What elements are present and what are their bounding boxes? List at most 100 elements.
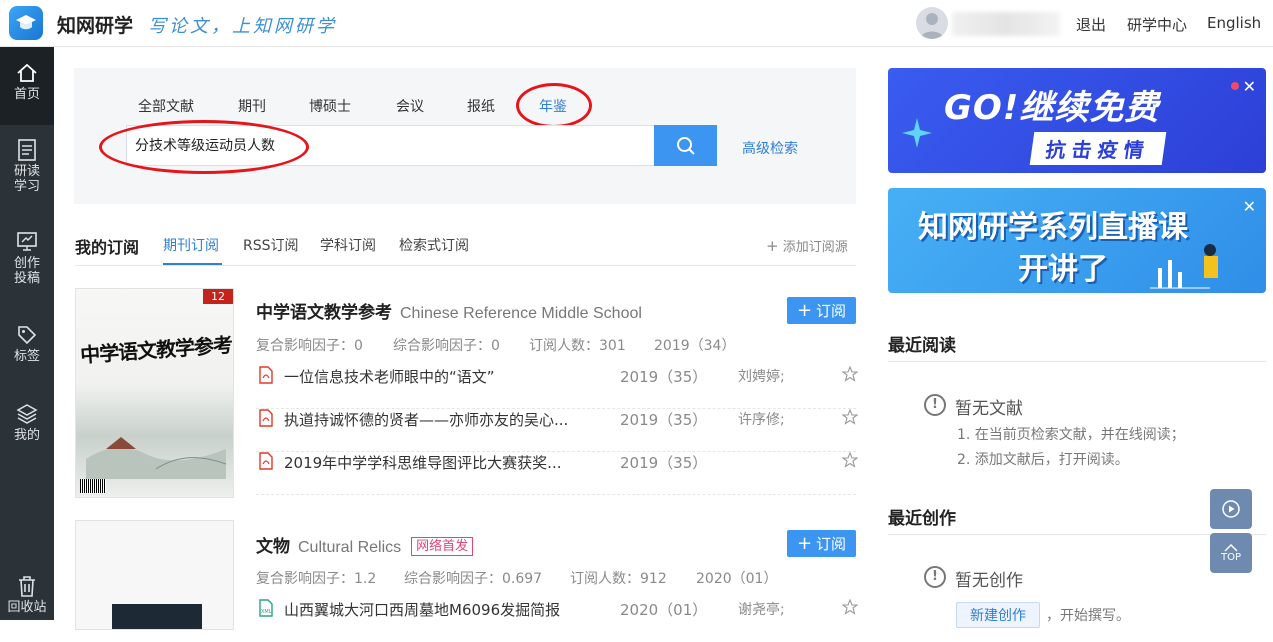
composite-impact-factor: 复合影响因子：0 [256,338,363,354]
tab-thesis[interactable]: 博硕士 [309,96,351,116]
subscriptions-title: 我的订阅 [75,238,140,257]
presenter-illustration [1150,244,1218,289]
pdf-icon [259,409,273,427]
article-title[interactable]: 山西翼城大河口西周墓地M6096发掘简报 [284,599,560,620]
sidebar-item-label: 研读 学习 [13,164,40,194]
empty-reading-text: 暂无文献 [955,399,1023,419]
journal-title[interactable]: 文物 Cultural Relics 网络首发 [256,532,474,557]
article-title[interactable]: 一位信息技术老师眼中的“语文” [284,366,495,387]
avatar[interactable] [916,7,948,39]
advanced-search-link[interactable]: 高级检索 [742,138,798,158]
logo-icon[interactable] [9,6,43,40]
subscribe-label: 订阅 [816,535,847,553]
sidebar-item-label: 我的 [13,428,40,443]
banner-subline: 开讲了 [1018,252,1108,287]
close-icon[interactable]: ✕ [1243,197,1256,216]
recent-creation-title: 最近创作 [888,509,956,529]
tab-query-subscription[interactable]: 检索式订阅 [399,235,469,255]
sidebar-item-create[interactable]: 创作 投稿 [0,231,54,286]
add-subscription-label: 添加订阅源 [782,240,848,255]
comprehensive-impact-factor: 综合影响因子：0 [393,338,500,354]
tab-journal-subscription[interactable]: 期刊订阅 [163,235,219,255]
cover-landscape [86,437,226,479]
sidebar-item-trash[interactable]: 回收站 [0,575,54,615]
journal-title-en: Cultural Relics [298,539,402,556]
journal-title-text: 中学语文教学参考 [256,303,392,323]
article-title[interactable]: 执道持诚怀德的贤者——亦师亦友的吴心... [284,409,568,430]
subscribe-label: 订阅 [816,302,847,320]
sidebar: 首页 研读 学习 创作 投稿 标签 我的 回收站 [0,47,54,620]
svg-text:XML: XML [261,609,272,615]
banner-headline: GO!继续免费 [944,88,1160,128]
pdf-icon [259,452,273,470]
journal-cover[interactable] [75,520,234,630]
article-author: 许序修; [738,412,785,428]
sidebar-item-study[interactable]: 研读 学习 [0,139,54,194]
sparkle-icon [902,118,932,148]
xml-icon: XML [259,599,273,617]
latest-issue: 2020（01） [696,571,778,587]
document-icon [18,139,36,161]
journal-title-text: 文物 [256,537,290,557]
star-icon[interactable] [842,599,858,615]
brand-name[interactable]: 知网研学 [57,11,133,38]
pdf-icon [259,366,273,384]
article-row[interactable]: 一位信息技术老师眼中的“语文” 2019（35） 刘娉婷; [256,366,858,409]
creation-tip: ，开始撰写。 [1046,608,1130,624]
sidebar-item-mine[interactable]: 我的 [0,403,54,443]
reading-tip: 2. 添加文献后，打开阅读。 [957,452,1129,468]
tab-all[interactable]: 全部文献 [138,96,194,116]
monitor-icon [17,232,37,251]
journal-cover[interactable]: 12 中学语文教学参考 [75,288,234,498]
plus-icon: + [766,237,779,255]
search-button[interactable] [654,125,717,166]
star-icon[interactable] [842,366,858,382]
issue-number: 12 [203,289,233,304]
tab-subject-subscription[interactable]: 学科订阅 [320,235,376,255]
article-title[interactable]: 2019年中学学科思维导图评比大赛获奖... [284,452,561,473]
tab-journal[interactable]: 期刊 [238,96,266,116]
banner-subline: 抗击疫情 [1029,132,1167,165]
tab-rss-subscription[interactable]: RSS订阅 [243,235,299,255]
add-subscription-link[interactable]: + 添加订阅源 [766,236,848,255]
promo-banner[interactable]: GO!继续免费 抗击疫情 ✕ [888,68,1266,173]
article-issue: 2019（35） [620,368,708,386]
live-course-banner[interactable]: 知网研学系列直播课 开讲了 ✕ [888,188,1266,293]
article-row[interactable]: 执道持诚怀德的贤者——亦师亦友的吴心... 2019（35） 许序修; [256,409,858,452]
notification-dot [1231,82,1239,90]
article-issue: 2020（01） [620,601,708,619]
journal-title-en: Chinese Reference Middle School [400,305,642,322]
top-bar: 知网研学 写论文，上知网研学 退出 研学中心 English [0,0,1273,47]
subscribe-button[interactable]: + 订阅 [787,530,856,557]
new-creation-button[interactable]: 新建创作 [956,602,1040,628]
subscribe-button[interactable]: + 订阅 [787,297,856,324]
latest-issue: 2019（34） [654,338,736,354]
close-icon[interactable]: ✕ [1243,77,1256,96]
top-label: TOP [1220,551,1241,563]
star-icon[interactable] [842,452,858,468]
video-button[interactable] [1210,489,1252,529]
trash-icon [19,576,35,597]
article-row[interactable]: XML 山西翼城大河口西周墓地M6096发掘简报 2020（01） 谢尧亭; [256,599,858,642]
article-row[interactable]: 2019年中学学科思维导图评比大赛获奖... 2019（35） [256,452,858,495]
english-link[interactable]: English [1207,14,1261,32]
comprehensive-impact-factor: 综合影响因子：0.697 [404,571,543,587]
sidebar-item-tags[interactable]: 标签 [0,324,54,364]
plus-icon: + [796,533,813,554]
online-first-badge: 网络首发 [411,537,474,556]
home-icon [17,63,37,82]
play-icon [1222,500,1240,518]
logout-link[interactable]: 退出 [1076,14,1106,35]
journal-title[interactable]: 中学语文教学参考 Chinese Reference Middle School [256,298,642,323]
tag-icon [18,326,37,345]
back-to-top-button[interactable]: TOP [1210,533,1252,573]
tab-newspaper[interactable]: 报纸 [467,96,495,116]
slogan: 写论文，上知网研学 [148,16,337,37]
info-icon: ! [924,394,946,416]
research-center-link[interactable]: 研学中心 [1127,14,1187,35]
sidebar-item-label: 回收站 [7,600,47,615]
tab-conference[interactable]: 会议 [396,96,424,116]
star-icon[interactable] [842,409,858,425]
reading-tip: 1. 在当前页检索文献，并在线阅读； [957,427,1185,443]
sidebar-item-home[interactable]: 首页 [0,47,54,125]
